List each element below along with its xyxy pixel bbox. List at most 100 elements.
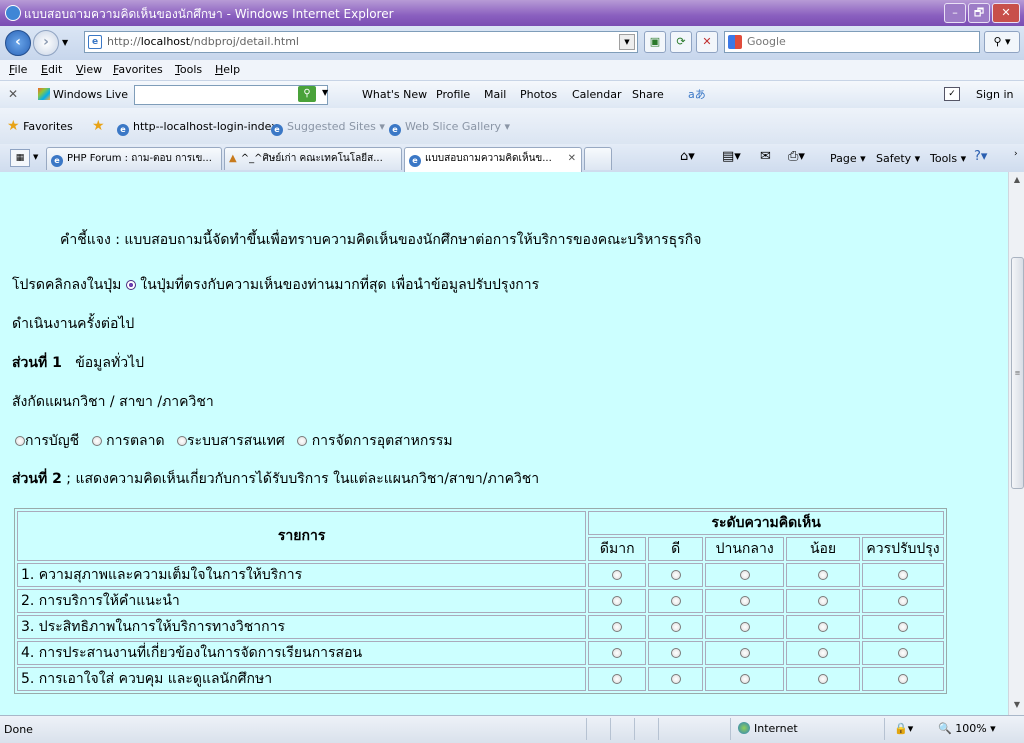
rating-radio[interactable] [818, 596, 829, 606]
wl-link-mail[interactable]: Mail [484, 88, 506, 101]
favorites-button[interactable]: ★ Favorites [7, 118, 73, 134]
dept-option-marketing[interactable]: การตลาด [91, 433, 165, 449]
quick-tabs-icon[interactable]: ▦ [10, 149, 30, 167]
page-content: คำชี้แจง : แบบสอบถามนี้จัดทำขึ้นเพื่อทรา… [0, 172, 1008, 715]
sign-in-link[interactable]: Sign in [976, 88, 1014, 101]
wl-link-share[interactable]: Share [632, 88, 664, 101]
dept-radio-information-systems[interactable] [177, 436, 188, 446]
rating-radio[interactable] [670, 596, 681, 606]
rating-radio[interactable] [670, 570, 681, 580]
new-tab-button[interactable] [584, 147, 612, 170]
rating-radio[interactable] [612, 674, 623, 684]
rating-radio[interactable] [612, 622, 623, 632]
forward-button[interactable]: › [33, 30, 59, 56]
dept-option-information-systems[interactable]: ระบบสารสนเทศ [177, 433, 285, 449]
rating-radio[interactable] [818, 674, 829, 684]
tools-menu[interactable]: Tools ▾ [930, 152, 966, 165]
dept-radio-marketing[interactable] [91, 436, 102, 446]
level-moderate: ปานกลาง [705, 537, 785, 561]
read-mail-icon[interactable]: ✉ [760, 149, 771, 164]
search-icon[interactable]: ⚲ ▾ [984, 31, 1020, 53]
dept-radio-industrial-management[interactable] [297, 436, 308, 446]
globe-icon [738, 722, 750, 734]
address-field[interactable]: e http://localhost/ndbproj/detail.html ▼ [84, 31, 638, 53]
scroll-down-icon[interactable]: ▼ [1011, 700, 1023, 712]
rating-radio[interactable] [898, 570, 908, 580]
rating-radio[interactable] [612, 648, 623, 658]
menu-help[interactable]: Help [215, 63, 240, 76]
back-button[interactable]: ‹ [5, 30, 31, 56]
stop-icon[interactable]: ✕ [696, 31, 718, 53]
rating-radio[interactable] [818, 570, 829, 580]
home-icon[interactable]: ⌂▾ [680, 149, 695, 164]
minimize-button[interactable]: – [944, 3, 966, 23]
history-dropdown-icon[interactable]: ▼ [62, 38, 68, 47]
close-toolbar-icon[interactable]: ✕ [8, 87, 18, 101]
level-low: น้อย [786, 537, 860, 561]
scroll-up-icon[interactable]: ▲ [1011, 175, 1023, 187]
translate-icon[interactable]: aあ [688, 86, 706, 102]
rating-radio[interactable] [739, 570, 750, 580]
url-text[interactable]: http://localhost/ndbproj/detail.html [107, 35, 299, 48]
rating-radio[interactable] [898, 596, 908, 606]
close-tab-icon[interactable]: ✕ [568, 148, 576, 170]
menu-favorites[interactable]: Favorites [113, 63, 163, 76]
rating-radio[interactable] [898, 674, 908, 684]
rating-radio[interactable] [898, 648, 908, 658]
search-field[interactable]: Google [724, 31, 980, 53]
page-menu[interactable]: Page ▾ [830, 152, 866, 165]
help-icon[interactable]: ?▾ [974, 149, 987, 164]
address-dropdown-icon[interactable]: ▼ [619, 34, 635, 50]
wl-link-photos[interactable]: Photos [520, 88, 557, 101]
wl-link-profile[interactable]: Profile [436, 88, 470, 101]
tab-list-dropdown-icon[interactable]: ▼ [33, 153, 38, 161]
rating-radio[interactable] [818, 622, 829, 632]
rating-radio[interactable] [612, 570, 623, 580]
item-label: 1. ความสุภาพและความเต็มใจในการให้บริการ [17, 563, 587, 587]
compatibility-view-icon[interactable]: ▣ [644, 31, 666, 53]
rating-radio[interactable] [670, 648, 681, 658]
table-row: 4. การประสานงานที่เกี่ยวข้องในการจัดการเ… [17, 641, 944, 665]
fav-item-suggested-sites[interactable]: e Suggested Sites ▾ [271, 120, 385, 136]
menu-view[interactable]: View [76, 63, 102, 76]
safety-menu[interactable]: Safety ▾ [876, 152, 920, 165]
wl-link-whats-new[interactable]: What's New [362, 88, 427, 101]
tab-alumni[interactable]: ▲ ^_^ศิษย์เก่า คณะเทคโนโลยีส... [224, 147, 402, 170]
rating-radio[interactable] [739, 648, 750, 658]
rating-radio[interactable] [739, 596, 750, 606]
add-favorite-icon[interactable]: ★ [92, 118, 105, 134]
dept-radio-accounting[interactable] [15, 436, 25, 446]
chevron-right-icon[interactable]: › [1014, 149, 1018, 159]
protected-mode-icon[interactable]: 🔒▾ [894, 722, 913, 735]
tab-survey-active[interactable]: e แบบสอบถามความคิดเห็นข... ✕ [404, 147, 582, 172]
maximize-button[interactable]: 🗗 [968, 3, 990, 23]
rating-radio[interactable] [612, 596, 623, 606]
windows-live-dropdown-icon[interactable]: ▼ [322, 88, 328, 97]
print-icon[interactable]: ⎙▾ [788, 149, 805, 164]
rating-radio[interactable] [670, 622, 681, 632]
rating-radio[interactable] [739, 674, 750, 684]
wl-link-calendar[interactable]: Calendar [572, 88, 621, 101]
feeds-icon[interactable]: ▤▾ [722, 149, 741, 164]
close-window-button[interactable]: ✕ [992, 3, 1020, 23]
menu-tools[interactable]: Tools [175, 63, 202, 76]
dept-option-accounting[interactable]: การบัญชี [15, 433, 79, 449]
rating-radio[interactable] [739, 622, 750, 632]
windows-live-search-icon[interactable]: ⚲ [298, 86, 316, 102]
fav-item-login[interactable]: e http--localhost-login-index [117, 120, 278, 136]
rating-radio[interactable] [670, 674, 681, 684]
fav-item-web-slice-gallery[interactable]: e Web Slice Gallery ▾ [389, 120, 510, 136]
rating-radio[interactable] [898, 622, 908, 632]
rating-radio[interactable] [818, 648, 829, 658]
vertical-scrollbar[interactable]: ▲ ≡ ▼ [1008, 172, 1024, 715]
refresh-icon[interactable]: ⟳ [670, 31, 692, 53]
windows-live-logo[interactable]: Windows Live [38, 88, 128, 101]
menu-edit[interactable]: Edit [41, 63, 62, 76]
security-zone[interactable]: Internet [738, 722, 798, 735]
menu-file[interactable]: File [9, 63, 27, 76]
zoom-control[interactable]: 🔍 100% ▾ [938, 722, 996, 735]
tab-php-forum[interactable]: e PHP Forum : ถาม-ตอบ การเข... [46, 147, 222, 170]
sign-in-icon[interactable]: ✓ [944, 87, 960, 101]
dept-option-industrial-management[interactable]: การจัดการอุตสาหกรรม [297, 433, 453, 449]
scroll-thumb[interactable]: ≡ [1011, 257, 1024, 489]
